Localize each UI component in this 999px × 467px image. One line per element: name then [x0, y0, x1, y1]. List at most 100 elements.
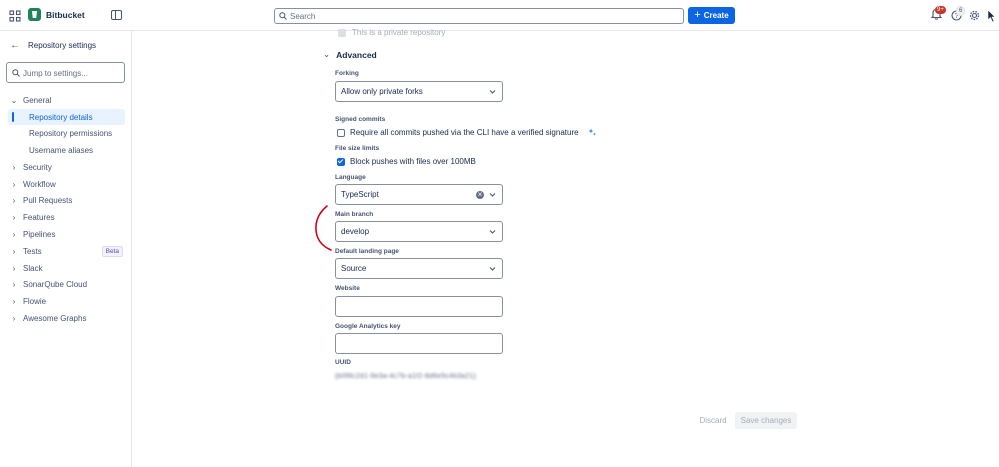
- plus-icon: +: [694, 9, 701, 21]
- chevron-right-icon: ›: [12, 279, 16, 289]
- analytics-key-input[interactable]: [336, 334, 502, 353]
- back-to-repository-settings[interactable]: ← Repository settings: [10, 40, 96, 51]
- beta-badge: Beta: [101, 246, 123, 257]
- chevron-right-icon: ›: [12, 162, 16, 172]
- chevron-right-icon: ›: [12, 229, 16, 239]
- signed-commits-checkbox[interactable]: [337, 128, 345, 137]
- top-bar: Bitbucket + Create 9+ ? 6: [0, 0, 999, 31]
- discard-button[interactable]: Discard: [693, 412, 733, 429]
- sidebar-item-awesome-graphs[interactable]: › Awesome Graphs: [8, 310, 125, 326]
- sidebar-item-slack[interactable]: › Slack: [8, 260, 125, 276]
- file-size-limits-option: Block pushes with files over 100MB: [350, 157, 476, 166]
- sidebar-item-label: Awesome Graphs: [23, 313, 87, 323]
- settings-gear-icon[interactable]: [969, 10, 980, 21]
- language-value: TypeScript: [341, 190, 379, 199]
- sidebar-item-repository-permissions[interactable]: Repository permissions: [8, 125, 125, 141]
- sidebar-item-tests[interactable]: › Tests Beta: [8, 243, 125, 259]
- sidebar-item-username-aliases[interactable]: Username aliases: [8, 142, 125, 158]
- chevron-down-icon: ⌄: [10, 95, 18, 105]
- sidebar-item-pull-requests[interactable]: › Pull Requests: [8, 192, 125, 208]
- app-switcher-icon[interactable]: [9, 10, 21, 22]
- search-icon: [279, 12, 287, 20]
- sidebar-item-security[interactable]: › Security: [8, 159, 125, 175]
- sidebar-item-label: Repository permissions: [29, 128, 113, 138]
- sidebar-item-features[interactable]: › Features: [8, 209, 125, 225]
- bitbucket-logo[interactable]: [28, 8, 41, 21]
- sidebar-item-general[interactable]: ⌄ General: [8, 92, 125, 108]
- chevron-right-icon: ›: [12, 179, 16, 189]
- forking-select[interactable]: Allow only private forks: [335, 81, 503, 102]
- private-repository-row: This is a private repository: [338, 28, 445, 37]
- sidebar-item-pipelines[interactable]: › Pipelines: [8, 226, 125, 242]
- advanced-section-toggle[interactable]: ⌄ Advanced: [323, 49, 377, 60]
- chevron-right-icon: ›: [12, 246, 16, 256]
- file-size-limits-row: Block pushes with files over 100MB: [337, 157, 476, 166]
- sidebar-item-label: Username aliases: [29, 145, 94, 155]
- chevron-right-icon: ›: [12, 263, 16, 273]
- sidebar-item-label: Tests: [23, 246, 42, 256]
- jump-to-settings-field[interactable]: [6, 62, 125, 83]
- forking-value: Allow only private forks: [341, 87, 423, 96]
- jump-to-settings-input[interactable]: [23, 67, 121, 79]
- file-size-limits-checkbox[interactable]: [337, 157, 345, 166]
- sidebar-item-label: SonarQube Cloud: [23, 279, 88, 289]
- search-bar[interactable]: [274, 8, 684, 24]
- create-button-label: Create: [703, 11, 729, 20]
- notifications-badge: 9+: [935, 6, 946, 14]
- ai-sparkle-icon[interactable]: [588, 128, 597, 137]
- sidebar-item-label: Features: [23, 212, 55, 222]
- annotation-bracket: [315, 205, 332, 251]
- sidebar-item-repository-details[interactable]: Repository details: [8, 109, 125, 125]
- sidebar-item-flowie[interactable]: › Flowie: [8, 293, 125, 309]
- clear-selection-icon[interactable]: [476, 189, 484, 201]
- search-input[interactable]: [290, 10, 670, 22]
- chevron-down-icon: [489, 193, 496, 197]
- file-size-limits-label: File size limits: [335, 145, 380, 152]
- chevron-right-icon: ›: [12, 296, 16, 306]
- chevron-right-icon: ›: [12, 212, 16, 222]
- create-button[interactable]: + Create: [688, 7, 735, 24]
- main-branch-value: develop: [341, 227, 370, 236]
- arrow-left-icon: ←: [10, 40, 20, 51]
- signed-commits-label: Signed commits: [335, 116, 386, 123]
- analytics-key-label: Google Analytics key: [335, 323, 401, 330]
- sidebar-item-label: General: [23, 95, 52, 105]
- chevron-down-icon: ⌄: [323, 49, 331, 59]
- website-label: Website: [335, 285, 360, 292]
- uuid-label: UUID: [335, 359, 351, 366]
- forking-label: Forking: [335, 70, 359, 77]
- landing-page-value: Source: [341, 264, 367, 273]
- language-label: Language: [335, 174, 366, 181]
- avatar[interactable]: [987, 9, 996, 23]
- save-changes-button[interactable]: Save changes: [735, 412, 797, 429]
- landing-page-select[interactable]: Source: [335, 258, 503, 279]
- chevron-down-icon: [489, 90, 496, 94]
- main-branch-select[interactable]: develop: [335, 221, 503, 242]
- signed-commits-row: Require all commits pushed via the CLI h…: [337, 128, 597, 137]
- uuid-value: {b0f8c2d1-9e3a-4c7b-a1f2-8d6e5c4b3a21}: [335, 373, 477, 380]
- sidebar-item-label: Slack: [23, 263, 43, 273]
- chevron-right-icon: ›: [12, 195, 16, 205]
- website-field[interactable]: [335, 296, 503, 317]
- chevron-right-icon: ›: [12, 313, 16, 323]
- sidebar-toggle-icon[interactable]: [111, 10, 122, 20]
- website-input[interactable]: [336, 297, 502, 316]
- sidebar-item-label: Security: [23, 162, 52, 172]
- language-select[interactable]: TypeScript: [335, 184, 503, 205]
- sidebar-header-label: Repository settings: [28, 41, 97, 50]
- private-repository-checkbox: [338, 28, 346, 37]
- private-repository-label: This is a private repository: [352, 28, 446, 37]
- sidebar-item-label: Repository details: [29, 112, 93, 122]
- sidebar-item-workflow[interactable]: › Workflow: [8, 176, 125, 192]
- sidebar-item-label: Pipelines: [23, 229, 56, 239]
- analytics-key-field[interactable]: [335, 333, 503, 354]
- chevron-down-icon: [489, 230, 496, 234]
- landing-page-label: Default landing page: [335, 248, 399, 255]
- app-name[interactable]: Bitbucket: [46, 10, 85, 20]
- help-badge: 6: [956, 6, 966, 16]
- chevron-down-icon: [489, 267, 496, 271]
- sidebar-item-sonarqube-cloud[interactable]: › SonarQube Cloud: [8, 276, 125, 292]
- advanced-heading: Advanced: [336, 49, 377, 60]
- main-branch-label: Main branch: [335, 211, 374, 218]
- signed-commits-option: Require all commits pushed via the CLI h…: [350, 128, 579, 137]
